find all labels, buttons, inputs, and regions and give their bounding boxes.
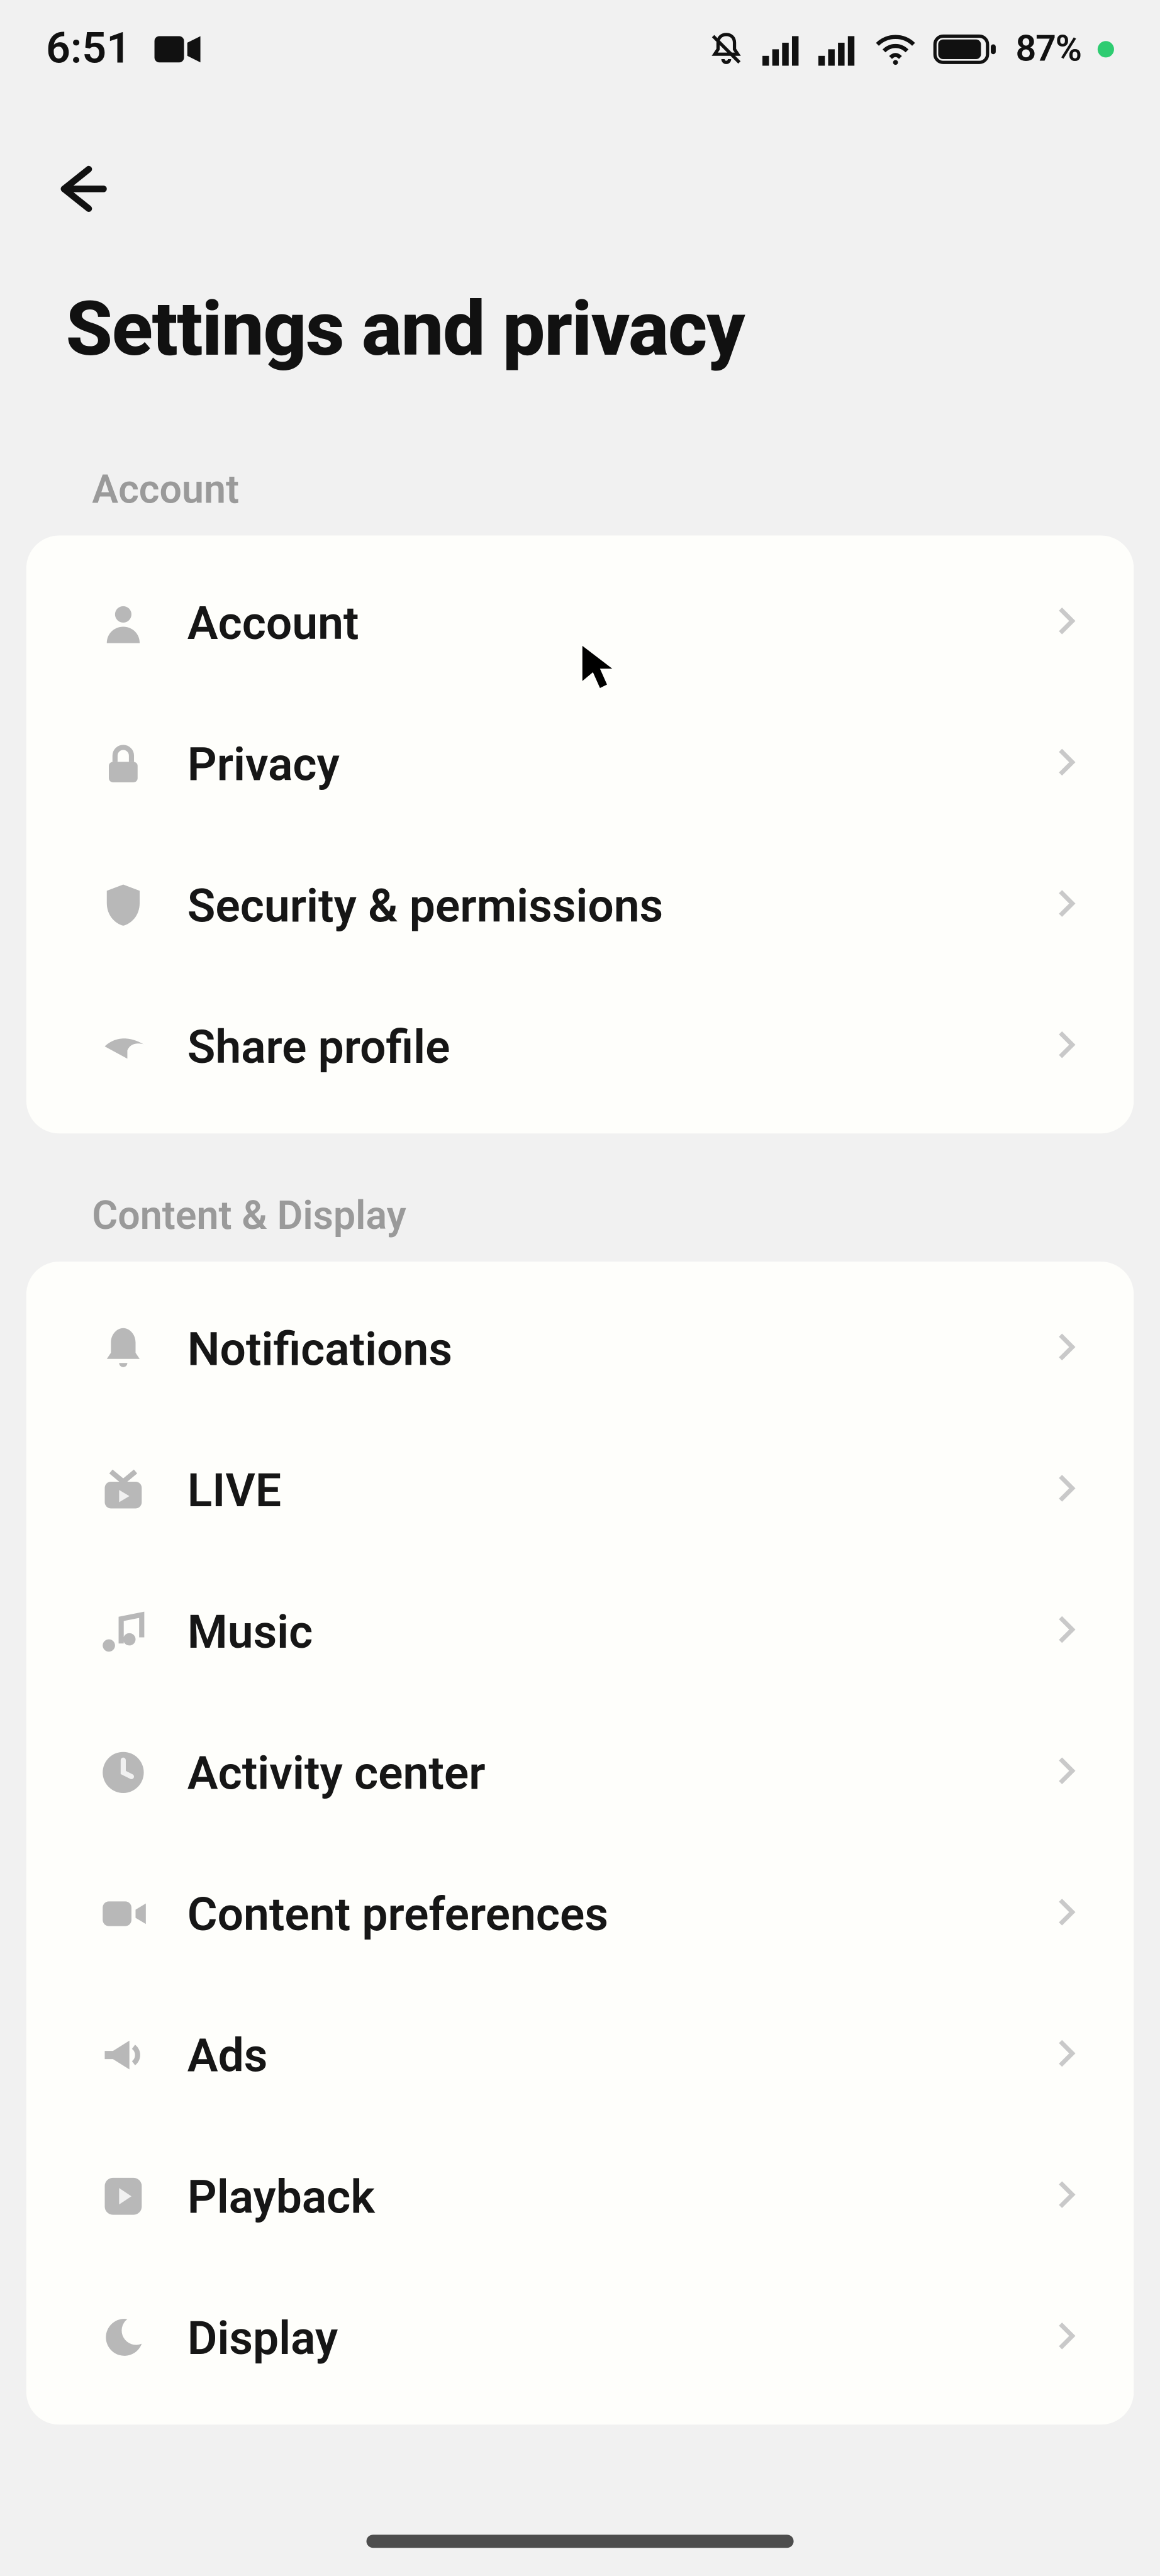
section-header-account: Account bbox=[0, 408, 1160, 536]
row-account[interactable]: Account bbox=[26, 552, 1134, 694]
row-label: Playback bbox=[187, 2169, 1015, 2223]
moon-icon bbox=[95, 2309, 151, 2365]
row-label: LIVE bbox=[187, 1463, 1015, 1517]
clock-icon bbox=[95, 1745, 151, 1801]
lock-icon bbox=[95, 736, 151, 792]
row-content-preferences[interactable]: Content preferences bbox=[26, 1843, 1134, 1985]
chevron-right-icon bbox=[1052, 1897, 1085, 1930]
chevron-right-icon bbox=[1052, 2321, 1085, 2354]
row-notifications[interactable]: Notifications bbox=[26, 1278, 1134, 1419]
signal-1-icon bbox=[762, 33, 802, 65]
row-label: Notifications bbox=[187, 1321, 1015, 1375]
section-card-content-display: Notifications LIVE Music Activity center bbox=[26, 1262, 1134, 2424]
row-share-profile[interactable]: Share profile bbox=[26, 976, 1134, 1118]
back-button[interactable] bbox=[23, 131, 138, 247]
chevron-right-icon bbox=[1052, 747, 1085, 780]
section-header-content-display: Content & Display bbox=[0, 1133, 1160, 1262]
row-live[interactable]: LIVE bbox=[26, 1419, 1134, 1561]
battery-percent: 87% bbox=[1016, 29, 1081, 70]
home-indicator[interactable] bbox=[366, 2534, 793, 2548]
wifi-icon bbox=[874, 33, 917, 65]
row-label: Music bbox=[187, 1604, 1015, 1658]
row-label: Privacy bbox=[187, 736, 1015, 791]
chevron-right-icon bbox=[1052, 1756, 1085, 1789]
person-icon bbox=[95, 595, 151, 651]
chevron-right-icon bbox=[1052, 606, 1085, 639]
live-icon bbox=[95, 1462, 151, 1518]
row-activity-center[interactable]: Activity center bbox=[26, 1702, 1134, 1843]
chevron-right-icon bbox=[1052, 1615, 1085, 1648]
chevron-right-icon bbox=[1052, 2038, 1085, 2071]
bell-icon bbox=[95, 1321, 151, 1377]
megaphone-icon bbox=[95, 2027, 151, 2083]
video-icon bbox=[95, 1886, 151, 1942]
row-label: Activity center bbox=[187, 1745, 1015, 1799]
page-title: Settings and privacy bbox=[0, 247, 1160, 408]
chevron-right-icon bbox=[1052, 889, 1085, 921]
battery-icon bbox=[934, 33, 999, 65]
row-display[interactable]: Display bbox=[26, 2267, 1134, 2409]
row-security[interactable]: Security & permissions bbox=[26, 835, 1134, 976]
chevron-right-icon bbox=[1052, 2180, 1085, 2212]
row-playback[interactable]: Playback bbox=[26, 2126, 1134, 2267]
row-label: Share profile bbox=[187, 1019, 1015, 1074]
row-music[interactable]: Music bbox=[26, 1560, 1134, 1702]
row-label: Content preferences bbox=[187, 1887, 1015, 1941]
shield-icon bbox=[95, 877, 151, 933]
play-icon bbox=[95, 2168, 151, 2224]
row-label: Security & permissions bbox=[187, 878, 1015, 932]
status-bar: 6:51 bbox=[0, 0, 1160, 99]
recording-icon bbox=[154, 33, 200, 65]
chevron-right-icon bbox=[1052, 1474, 1085, 1506]
music-icon bbox=[95, 1603, 151, 1659]
row-label: Display bbox=[187, 2311, 1015, 2365]
mute-icon bbox=[706, 30, 746, 69]
signal-2-icon bbox=[818, 33, 858, 65]
chevron-right-icon bbox=[1052, 1332, 1085, 1365]
chevron-right-icon bbox=[1052, 1030, 1085, 1063]
section-card-account: Account Privacy Security & permissions S… bbox=[26, 536, 1134, 1134]
camera-active-dot-icon bbox=[1098, 41, 1114, 57]
row-label: Ads bbox=[187, 2028, 1015, 2082]
row-ads[interactable]: Ads bbox=[26, 1984, 1134, 2126]
row-privacy[interactable]: Privacy bbox=[26, 693, 1134, 835]
status-time: 6:51 bbox=[46, 25, 131, 74]
share-icon bbox=[95, 1018, 151, 1074]
row-label: Account bbox=[187, 596, 1015, 650]
